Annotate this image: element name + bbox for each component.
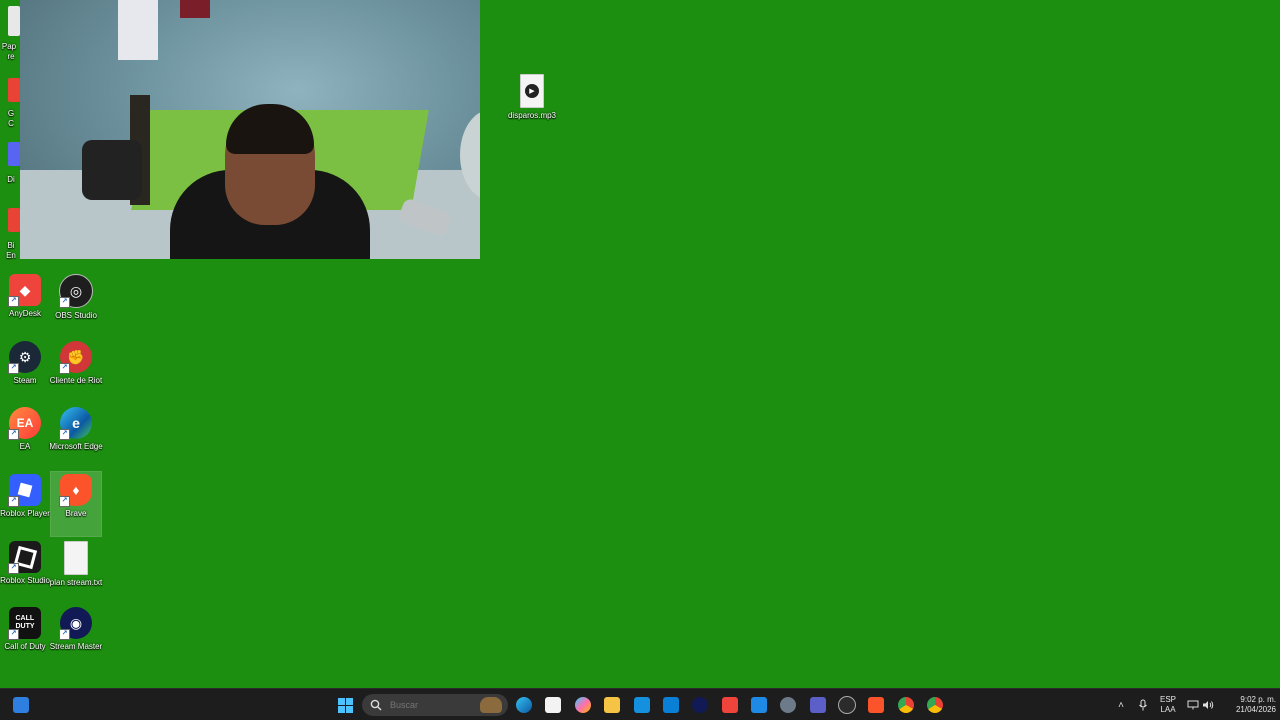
taskbar-app-settings[interactable] (776, 693, 800, 717)
icon-label: Microsoft Edge (49, 442, 103, 451)
settings-icon (780, 697, 796, 713)
outlook-icon (634, 697, 650, 713)
discord-icon[interactable] (8, 142, 20, 166)
search-highlight-icon (480, 697, 502, 713)
clock-time: 9:02 p. m. (1240, 695, 1276, 704)
widgets-icon (13, 697, 29, 713)
browser-shortcut-icon[interactable] (8, 208, 20, 232)
desktop-icon-brave[interactable]: ♦ ↗ Brave (50, 471, 102, 537)
icon-label: Roblox Studio (0, 576, 50, 585)
taskbar-app-stream-master[interactable] (688, 693, 712, 717)
store-icon (545, 697, 561, 713)
ea-icon: EA ↗ (8, 407, 41, 440)
taskbar-app-chrome-2[interactable] (923, 693, 947, 717)
desktop-icon-steam[interactable]: ⚙ ↗ Steam (0, 339, 50, 403)
steam-icon: ⚙ ↗ (8, 341, 41, 374)
stream-master-icon (692, 697, 708, 713)
taskbar-app-store[interactable] (541, 693, 565, 717)
taskbar-app-anydesk[interactable] (718, 693, 742, 717)
taskbar-app-obs[interactable] (835, 693, 859, 717)
desktop-icon-roblox-player[interactable]: ↗ Roblox Player (0, 472, 50, 536)
chrome-icon (898, 697, 914, 713)
desktop-icon-ea[interactable]: EA ↗ EA (0, 405, 50, 469)
taskbar-app-outlook[interactable] (630, 693, 654, 717)
desktop-icon-microsoft-edge[interactable]: e ↗ Microsoft Edge (49, 405, 103, 469)
clock-date: 21/04/2026 (1235, 705, 1276, 714)
taskbar-app-blue[interactable] (659, 693, 683, 717)
icon-label: Steam (13, 376, 37, 385)
file-explorer-icon (604, 697, 620, 713)
search-icon (370, 699, 382, 711)
taskbar-search[interactable] (362, 694, 508, 716)
copilot-icon (575, 697, 591, 713)
edge-icon: e ↗ (59, 407, 92, 440)
desktop-icon-disparos-mp3[interactable]: ▶ disparos.mp3 (507, 72, 557, 136)
keyboard-layout: LAA (1160, 705, 1176, 714)
taskbar-app-copilot[interactable] (571, 693, 595, 717)
webcam-overlay (20, 0, 480, 259)
language-code: ESP (1159, 695, 1176, 704)
roblox-studio-icon: ↗ (8, 541, 41, 574)
taskbar-app-blue-2[interactable] (747, 693, 771, 717)
show-hidden-icons-chevron-up-icon[interactable]: ˄ (1114, 698, 1128, 712)
brave-icon (868, 697, 884, 713)
icon-label: Stream Master (49, 642, 103, 651)
icon-label: Call of Duty (4, 642, 46, 651)
chrome-icon (927, 697, 943, 713)
icon-label: Cliente de Riot (49, 376, 103, 385)
desktop-icon-call-of-duty[interactable]: CALL DUTY ↗ Call of Duty (0, 605, 50, 669)
desktop-icon-anydesk[interactable]: ◆ ↗ AnyDesk (0, 272, 50, 336)
roblox-icon: ↗ (8, 474, 41, 507)
brave-icon: ♦ ↗ (59, 474, 92, 507)
network-icon[interactable] (1186, 698, 1200, 712)
anydesk-icon: ◆ ↗ (8, 274, 41, 307)
widgets-button[interactable] (9, 693, 33, 717)
icon-label: EA (19, 442, 31, 451)
obs-icon (838, 696, 856, 714)
start-button[interactable] (333, 693, 357, 717)
recycle-bin-icon[interactable] (8, 6, 20, 36)
icon-label: plan stream.txt (49, 578, 103, 587)
anydesk-icon (722, 697, 738, 713)
blue-app-icon (751, 697, 767, 713)
desktop-icon-stream-master[interactable]: ◉ ↗ Stream Master (49, 605, 103, 669)
cod-icon: CALL DUTY ↗ (8, 607, 41, 640)
riot-icon: ✊ ↗ (59, 341, 92, 374)
windows-icon (337, 697, 353, 713)
taskbar-app-chrome[interactable] (894, 693, 918, 717)
input-language-indicator[interactable]: ESP LAA (1158, 695, 1178, 715)
taskbar: ˄ ESP LAA 9:02 p. m. 21/04/2026 (0, 688, 1280, 720)
icon-label: Brave (65, 509, 87, 518)
taskbar-app-file-explorer[interactable] (600, 693, 624, 717)
desktop-icon-roblox-studio[interactable]: ↗ Roblox Studio (0, 539, 50, 603)
microphone-icon[interactable] (1136, 698, 1150, 712)
taskbar-app-brave[interactable] (864, 693, 888, 717)
search-input[interactable] (388, 699, 482, 711)
icon-label: disparos.mp3 (507, 111, 557, 120)
volume-icon[interactable] (1201, 698, 1215, 712)
icon-label: AnyDesk (8, 309, 41, 318)
text-file-icon (64, 541, 88, 575)
audio-file-icon: ▶ (520, 74, 544, 108)
clock[interactable]: 9:02 p. m. 21/04/2026 (1220, 695, 1276, 715)
chrome-shortcut-icon[interactable] (8, 78, 20, 102)
taskbar-app-edge[interactable] (512, 693, 536, 717)
teams-icon (810, 697, 826, 713)
stream-master-icon: ◉ ↗ (59, 607, 92, 640)
edge-icon (516, 697, 532, 713)
blue-app-icon (663, 697, 679, 713)
desktop-icon-obs-studio[interactable]: ◎ ↗ OBS Studio (51, 272, 101, 336)
icon-label: OBS Studio (55, 311, 97, 320)
desktop-icon-plan-stream-txt[interactable]: plan stream.txt (49, 539, 103, 603)
desktop-icon-riot-client[interactable]: ✊ ↗ Cliente de Riot (49, 339, 103, 403)
obs-icon: ◎ ↗ (59, 274, 93, 308)
desktop[interactable]: Pap re G C Di Bi En ◆ ↗ AnyDesk ◎ ↗ OBS St… (0, 0, 1280, 688)
icon-label: Roblox Player (0, 509, 50, 518)
taskbar-app-teams[interactable] (806, 693, 830, 717)
